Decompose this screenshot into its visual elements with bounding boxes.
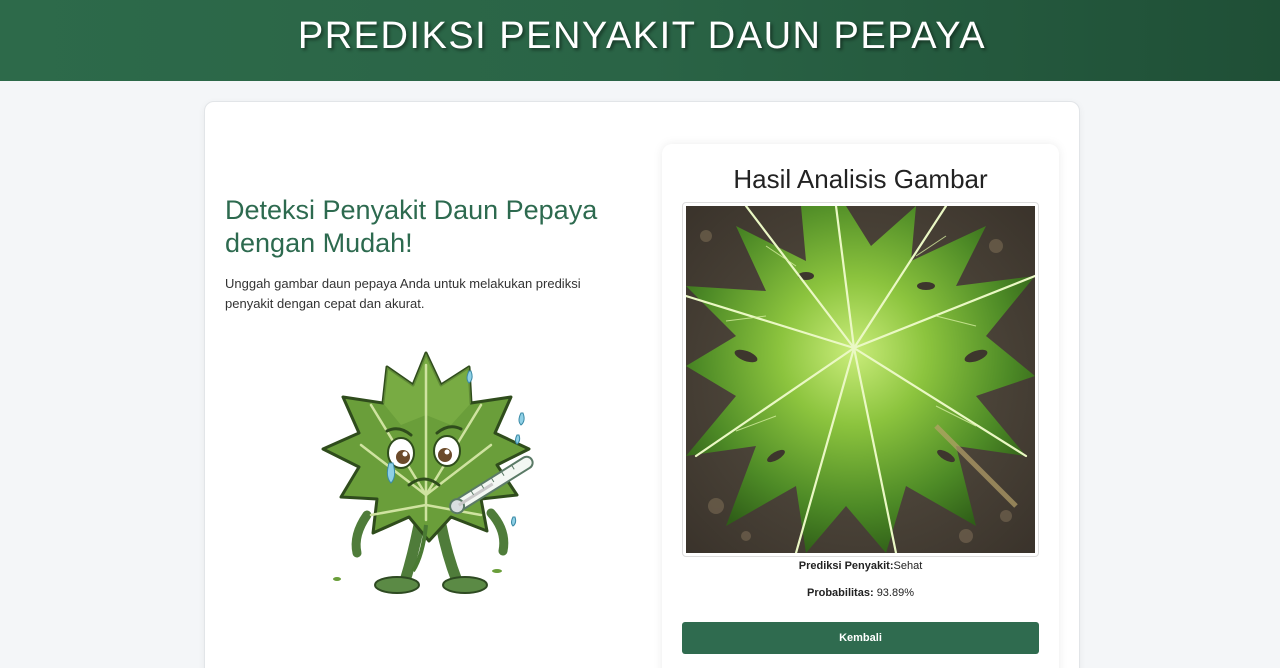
probability-result: Probabilitas: 93.89% xyxy=(662,587,1059,599)
intro-heading: Deteksi Penyakit Daun Pepaya dengan Muda… xyxy=(225,195,598,258)
intro-description: Unggah gambar daun pepaya Anda untuk mel… xyxy=(225,276,581,311)
intro-section: Deteksi Penyakit Daun Pepaya dengan Muda… xyxy=(225,194,625,314)
sick-papaya-leaf-mascot-icon xyxy=(301,345,551,600)
result-title: Hasil Analisis Gambar xyxy=(733,164,988,194)
main-card: Deteksi Penyakit Daun Pepaya dengan Muda… xyxy=(204,101,1080,668)
back-button[interactable]: Kembali xyxy=(682,622,1039,654)
prediction-label: Prediksi Penyakit: xyxy=(798,560,894,572)
probability-value: 93.89% xyxy=(876,587,914,599)
page-title: PREDIKSI PENYAKIT DAUN PEPAYA xyxy=(297,15,987,57)
prediction-value: Sehat xyxy=(893,560,923,572)
uploaded-image-frame xyxy=(682,202,1039,557)
prediction-result: Prediksi Penyakit:Sehat xyxy=(662,560,1059,572)
app-header: PREDIKSI PENYAKIT DAUN PEPAYA xyxy=(0,0,1280,81)
result-panel: Hasil Analisis Gambar Prediksi Penyakit:… xyxy=(662,144,1059,668)
probability-label: Probabilitas: xyxy=(807,587,874,599)
uploaded-leaf-image xyxy=(686,206,1035,553)
